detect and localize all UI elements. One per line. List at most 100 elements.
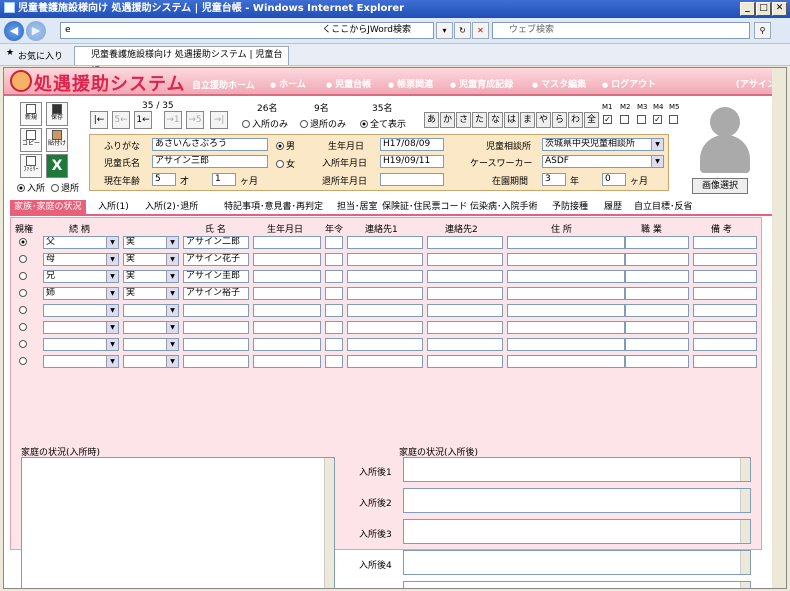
web-search-input[interactable]: ウェブ検索 xyxy=(492,22,750,39)
page-scrollbar[interactable] xyxy=(772,68,786,588)
after-textarea-5[interactable] xyxy=(403,581,751,588)
relation-type-select[interactable] xyxy=(123,321,179,334)
filter-in-radio[interactable]: 入所のみ xyxy=(242,117,288,130)
center-select[interactable]: 茨城県中央児童相談所 xyxy=(542,138,664,151)
url-input[interactable]: e くここからJWord検索 xyxy=(60,22,434,39)
tab-vaccination[interactable]: 予防接種 xyxy=(548,200,592,215)
relation-select[interactable] xyxy=(43,321,119,334)
nav-logout[interactable]: ログアウト xyxy=(602,77,656,90)
member-address-input[interactable] xyxy=(507,270,625,283)
custody-radio[interactable] xyxy=(19,357,27,365)
member-age-input[interactable] xyxy=(325,270,343,283)
member-note-input[interactable] xyxy=(693,287,757,300)
back-icon[interactable]: ◀ xyxy=(4,21,24,41)
tab-notes[interactable]: 特記事項･意見書･再判定 xyxy=(220,200,327,215)
refresh-icon[interactable]: ↻ xyxy=(454,22,471,39)
relation-select[interactable]: 姉 xyxy=(43,287,119,300)
male-radio[interactable]: 男 xyxy=(276,139,295,152)
prev5-button[interactable]: 5← xyxy=(112,111,130,129)
next1-button[interactable]: →1 xyxy=(164,111,182,129)
app-logo[interactable]: 処遇援助システム xyxy=(34,70,185,96)
member-note-input[interactable] xyxy=(693,270,757,283)
relation-type-select[interactable] xyxy=(123,338,179,351)
member-contact1-input[interactable] xyxy=(347,236,423,249)
tab-history[interactable]: 履歴 xyxy=(600,200,626,215)
kana-ta[interactable]: た xyxy=(472,112,487,128)
member-note-input[interactable] xyxy=(693,338,757,351)
prev1-button[interactable]: 1← xyxy=(134,111,152,129)
favorites-star-icon[interactable]: ★ xyxy=(6,48,14,58)
member-contact2-input[interactable] xyxy=(427,253,503,266)
age-months-input[interactable]: 1 xyxy=(212,173,236,186)
first-record-button[interactable]: |← xyxy=(90,111,108,129)
member-contact2-input[interactable] xyxy=(427,287,503,300)
tab-goals[interactable]: 自立目標･反省 xyxy=(630,200,697,215)
after-textarea-2[interactable] xyxy=(403,488,751,513)
member-age-input[interactable] xyxy=(325,304,343,317)
member-name-input[interactable] xyxy=(183,321,249,334)
member-job-input[interactable] xyxy=(625,321,689,334)
admit-input[interactable]: H19/09/11 xyxy=(380,155,444,168)
forward-icon[interactable]: ▶ xyxy=(26,21,46,41)
custody-radio[interactable] xyxy=(19,272,27,280)
admit-status-textarea[interactable] xyxy=(21,457,335,588)
member-age-input[interactable] xyxy=(325,321,343,334)
save-button[interactable]: 保存 xyxy=(46,102,68,126)
period-months-input[interactable]: 0 xyxy=(602,173,626,186)
kana-ya[interactable]: や xyxy=(536,112,551,128)
after-textarea-4[interactable] xyxy=(403,550,751,575)
filter-out-radio[interactable]: 退所のみ xyxy=(300,117,346,130)
relation-type-select[interactable]: 実 xyxy=(123,253,179,266)
name-input[interactable]: アサイン三郎 xyxy=(152,155,268,168)
nav-child-ledger[interactable]: 児童台帳 xyxy=(326,77,371,90)
kana-na[interactable]: な xyxy=(488,112,503,128)
tab-staff-room[interactable]: 担当･居室 xyxy=(333,200,382,215)
member-contact2-input[interactable] xyxy=(427,236,503,249)
kana-ma[interactable]: ま xyxy=(520,112,535,128)
custody-radio[interactable] xyxy=(19,323,27,331)
age-input[interactable]: 5 xyxy=(152,173,176,186)
browser-tab[interactable]: 児童養護施設様向け 処遇援助システム | 児童台帳 xyxy=(74,46,289,77)
member-contact2-input[interactable] xyxy=(427,338,503,351)
jword-search[interactable]: くここからJWord検索 xyxy=(322,23,411,38)
new-button[interactable]: 新規 xyxy=(20,102,42,126)
member-job-input[interactable] xyxy=(625,338,689,351)
member-name-input[interactable] xyxy=(183,338,249,351)
member-age-input[interactable] xyxy=(325,236,343,249)
last-record-button[interactable]: →| xyxy=(210,111,228,129)
relation-type-select[interactable]: 実 xyxy=(123,270,179,283)
female-radio[interactable]: 女 xyxy=(276,157,295,170)
relation-type-select[interactable] xyxy=(123,355,179,368)
textarea-scrollbar[interactable] xyxy=(740,458,750,481)
relation-select[interactable] xyxy=(43,304,119,317)
member-contact2-input[interactable] xyxy=(427,321,503,334)
m4-checkbox[interactable]: ✓ xyxy=(653,115,662,124)
textarea-scrollbar[interactable] xyxy=(324,458,334,588)
furigana-input[interactable]: あさいんさぶろう xyxy=(152,138,268,151)
member-address-input[interactable] xyxy=(507,253,625,266)
kana-a[interactable]: あ xyxy=(424,112,439,128)
member-note-input[interactable] xyxy=(693,253,757,266)
kana-ka[interactable]: か xyxy=(440,112,455,128)
favorites-label[interactable]: お気に入り xyxy=(18,49,63,62)
tab-admission1[interactable]: 入所(1) xyxy=(94,200,133,215)
copy-button[interactable]: コピー xyxy=(20,128,42,152)
m3-checkbox[interactable] xyxy=(637,115,646,124)
custody-radio[interactable] xyxy=(19,306,27,314)
member-birth-input[interactable] xyxy=(253,321,321,334)
member-contact1-input[interactable] xyxy=(347,355,423,368)
tab-admission2[interactable]: 入所(2)･退所 xyxy=(141,200,202,215)
m5-checkbox[interactable] xyxy=(669,115,678,124)
member-contact2-input[interactable] xyxy=(427,304,503,317)
member-note-input[interactable] xyxy=(693,304,757,317)
leave-input[interactable] xyxy=(380,173,444,186)
family-button[interactable]: ﾌｧﾐﾘｰ xyxy=(20,154,42,178)
member-birth-input[interactable] xyxy=(253,253,321,266)
member-address-input[interactable] xyxy=(507,338,625,351)
relation-select[interactable] xyxy=(43,338,119,351)
worker-select[interactable]: ASDF xyxy=(542,155,664,168)
member-contact2-input[interactable] xyxy=(427,355,503,368)
member-contact1-input[interactable] xyxy=(347,338,423,351)
relation-type-select[interactable]: 実 xyxy=(123,287,179,300)
member-name-input[interactable] xyxy=(183,355,249,368)
